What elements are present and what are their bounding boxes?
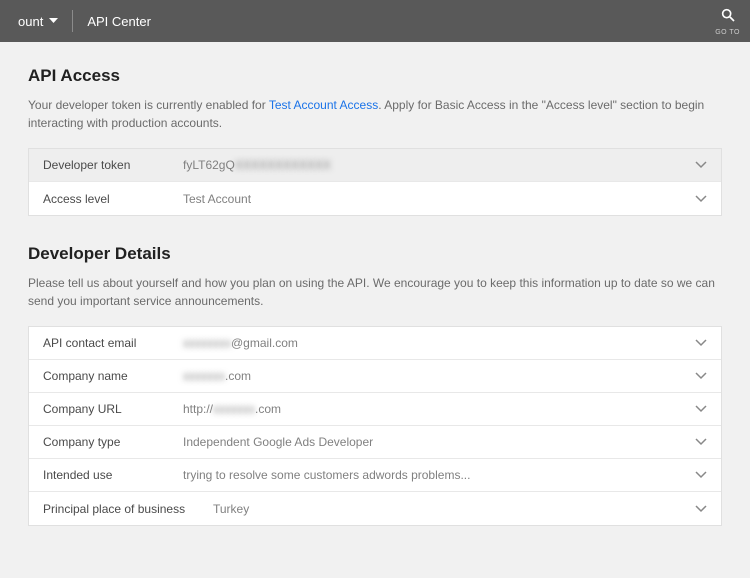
- intended-use-row[interactable]: Intended use trying to resolve some cust…: [29, 459, 721, 492]
- row-label: Company URL: [43, 402, 183, 416]
- caret-down-icon: [49, 18, 58, 24]
- row-label: API contact email: [43, 336, 183, 350]
- account-menu[interactable]: ount: [8, 0, 68, 42]
- chevron-down-icon: [695, 471, 707, 479]
- company-suffix: .com: [225, 369, 251, 383]
- company-url-row[interactable]: Company URL http://xxxxxxx.com: [29, 393, 721, 426]
- row-value: fyLT62gQXXXXXXXXXXXX: [183, 158, 695, 172]
- row-label: Developer token: [43, 158, 183, 172]
- row-label: Principal place of business: [43, 502, 213, 516]
- chevron-down-icon: [695, 161, 707, 169]
- access-level-row[interactable]: Access level Test Account: [29, 182, 721, 215]
- row-value: xxxxxxx.com: [183, 369, 695, 383]
- row-value: Independent Google Ads Developer: [183, 435, 695, 449]
- topbar-divider: [72, 10, 73, 32]
- url-suffix: .com: [255, 402, 281, 416]
- api-contact-email-row[interactable]: API contact email xxxxxxxx@gmail.com: [29, 327, 721, 360]
- api-access-desc: Your developer token is currently enable…: [28, 96, 722, 132]
- api-access-desc-prefix: Your developer token is currently enable…: [28, 98, 269, 112]
- principal-place-row[interactable]: Principal place of business Turkey: [29, 492, 721, 525]
- search-icon: [720, 7, 736, 28]
- page-title: API Center: [77, 0, 161, 42]
- token-visible: fyLT62gQ: [183, 158, 235, 172]
- developer-details-title: Developer Details: [28, 244, 722, 264]
- search-button[interactable]: GO TO: [715, 7, 740, 36]
- developer-details-desc: Please tell us about yourself and how yo…: [28, 274, 722, 310]
- chevron-down-icon: [695, 405, 707, 413]
- company-blurred: xxxxxxx: [183, 369, 225, 383]
- row-label: Intended use: [43, 468, 183, 482]
- row-value: Turkey: [213, 502, 695, 516]
- developer-token-row[interactable]: Developer token fyLT62gQXXXXXXXXXXXX: [29, 149, 721, 182]
- row-value: xxxxxxxx@gmail.com: [183, 336, 695, 350]
- content: API Access Your developer token is curre…: [0, 42, 750, 578]
- chevron-down-icon: [695, 438, 707, 446]
- email-blurred: xxxxxxxx: [183, 336, 231, 350]
- url-blurred: xxxxxxx: [213, 402, 255, 416]
- row-label: Company type: [43, 435, 183, 449]
- chevron-down-icon: [695, 339, 707, 347]
- api-access-title: API Access: [28, 66, 722, 86]
- api-access-panel: Developer token fyLT62gQXXXXXXXXXXXX Acc…: [28, 148, 722, 216]
- row-label: Company name: [43, 369, 183, 383]
- token-blurred: XXXXXXXXXXXX: [235, 158, 331, 172]
- topbar-right: GO TO: [715, 7, 740, 36]
- page-title-text: API Center: [87, 14, 151, 29]
- company-type-row[interactable]: Company type Independent Google Ads Deve…: [29, 426, 721, 459]
- url-prefix: http://: [183, 402, 213, 416]
- test-account-access-link[interactable]: Test Account Access: [269, 98, 378, 112]
- row-label: Access level: [43, 192, 183, 206]
- email-suffix: @gmail.com: [231, 336, 298, 350]
- company-name-row[interactable]: Company name xxxxxxx.com: [29, 360, 721, 393]
- row-value: trying to resolve some customers adwords…: [183, 468, 695, 482]
- chevron-down-icon: [695, 505, 707, 513]
- account-label: ount: [18, 14, 43, 29]
- developer-details-panel: API contact email xxxxxxxx@gmail.com Com…: [28, 326, 722, 526]
- topbar: ount API Center GO TO: [0, 0, 750, 42]
- search-label: GO TO: [715, 29, 740, 36]
- chevron-down-icon: [695, 195, 707, 203]
- row-value: http://xxxxxxx.com: [183, 402, 695, 416]
- row-value: Test Account: [183, 192, 695, 206]
- chevron-down-icon: [695, 372, 707, 380]
